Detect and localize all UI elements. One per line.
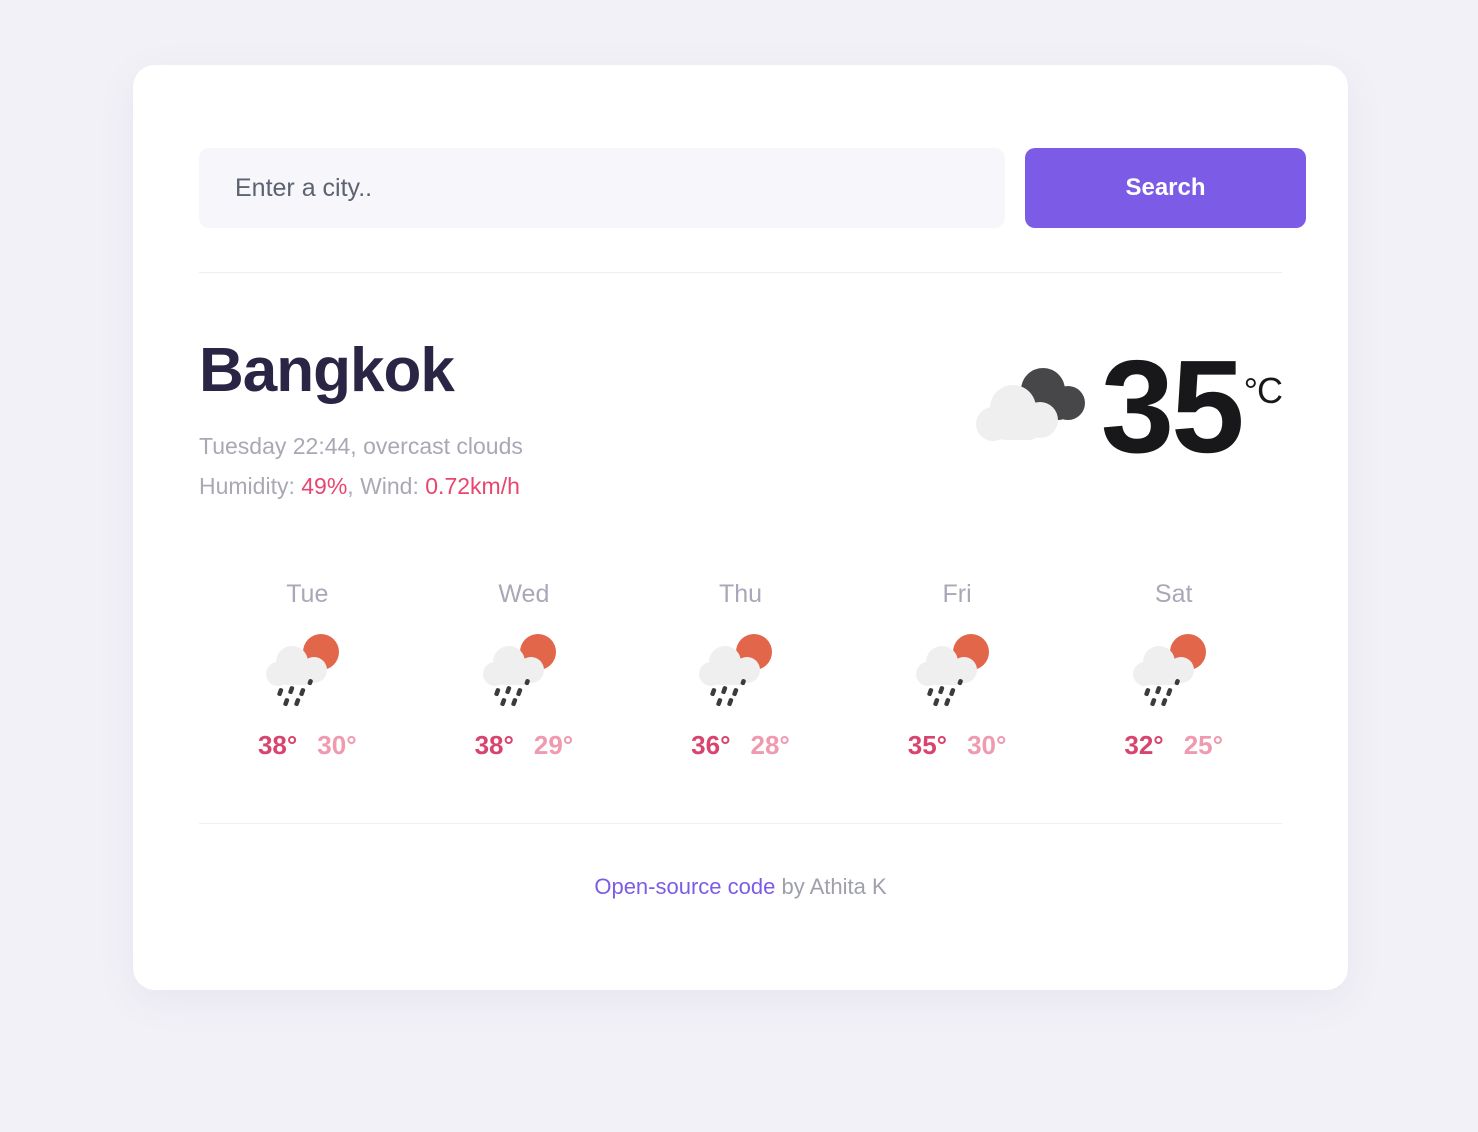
forecast-day: Wed 38° 29°: [416, 580, 633, 761]
humidity-value: 49%: [301, 472, 348, 499]
open-source-link[interactable]: Open-source code: [594, 874, 775, 899]
forecast-day-temps: 36° 28°: [691, 730, 790, 761]
forecast-temp-min: 25°: [1183, 730, 1224, 761]
forecast-temp-max: 36°: [691, 730, 731, 761]
forecast-day-name: Sat: [1154, 580, 1193, 609]
forecast-temp-min: 30°: [967, 730, 1007, 761]
forecast-temp-max: 32°: [1124, 730, 1164, 761]
datetime-description: Tuesday 22:44, overcast clouds: [199, 433, 523, 460]
forecast-day-name: Thu: [718, 580, 763, 609]
forecast-day-temps: 32° 25°: [1124, 730, 1223, 761]
forecast-day-name: Tue: [286, 580, 329, 609]
footer: Open-source code by Athita K: [199, 824, 1282, 900]
forecast-temp-max: 38°: [257, 730, 298, 761]
rain-sun-icon: [916, 634, 990, 707]
search-row: Search: [199, 65, 1306, 228]
rain-sun-icon: [266, 634, 340, 707]
humidity-label: Humidity:: [199, 472, 302, 499]
current-weather-info: Bangkok Tuesday 22:44, overcast clouds H…: [199, 338, 523, 506]
search-button[interactable]: Search: [1025, 148, 1306, 228]
forecast-temp-max: 38°: [474, 730, 514, 761]
weather-card: Search Bangkok Tuesday 22:44, overcast c…: [133, 65, 1348, 990]
forecast-temp-min: 28°: [750, 730, 790, 761]
overcast-clouds-icon: [975, 368, 1085, 441]
app-root: Search Bangkok Tuesday 22:44, overcast c…: [0, 0, 1478, 1132]
city-name: Bangkok: [199, 336, 455, 405]
forecast-day-temps: 38° 30°: [258, 730, 357, 761]
forecast-temp-min: 29°: [533, 730, 574, 761]
forecast-day-name: Fri: [942, 580, 972, 609]
forecast-temp-min: 30°: [317, 730, 357, 761]
rain-sun-icon: [482, 634, 556, 707]
forecast-day: Fri 35° 30°: [849, 580, 1066, 761]
forecast-temp-max: 35°: [907, 730, 948, 761]
forecast-day: Thu 36° 28°: [632, 580, 849, 761]
temperature-unit: °C: [1243, 370, 1283, 411]
footer-author: by Athita K: [775, 874, 887, 900]
forecast-day-name: Wed: [498, 580, 550, 609]
rain-sun-icon: [699, 634, 773, 707]
forecast-day: Tue 38° 30°: [199, 580, 416, 761]
rain-sun-icon: [1132, 634, 1206, 707]
forecast-day-temps: 35° 30°: [908, 730, 1007, 761]
current-temperature-value: 35: [1100, 333, 1245, 480]
wind-label: , Wind:: [347, 472, 426, 499]
search-input[interactable]: [199, 148, 1005, 228]
forecast-day-temps: 38° 29°: [475, 730, 574, 761]
current-temperature-block: 35 °C: [973, 333, 1283, 480]
humidity-wind-line: Humidity: 49%, Wind: 0.72km/h: [199, 467, 523, 507]
forecast-row: Tue 38° 30° Wed 38° 29° Thu 36° 28° Fri …: [199, 506, 1282, 761]
current-weather: Bangkok Tuesday 22:44, overcast clouds H…: [199, 273, 1283, 506]
wind-value: 0.72km/h: [425, 472, 520, 499]
forecast-day: Sat 32° 25°: [1065, 580, 1282, 761]
